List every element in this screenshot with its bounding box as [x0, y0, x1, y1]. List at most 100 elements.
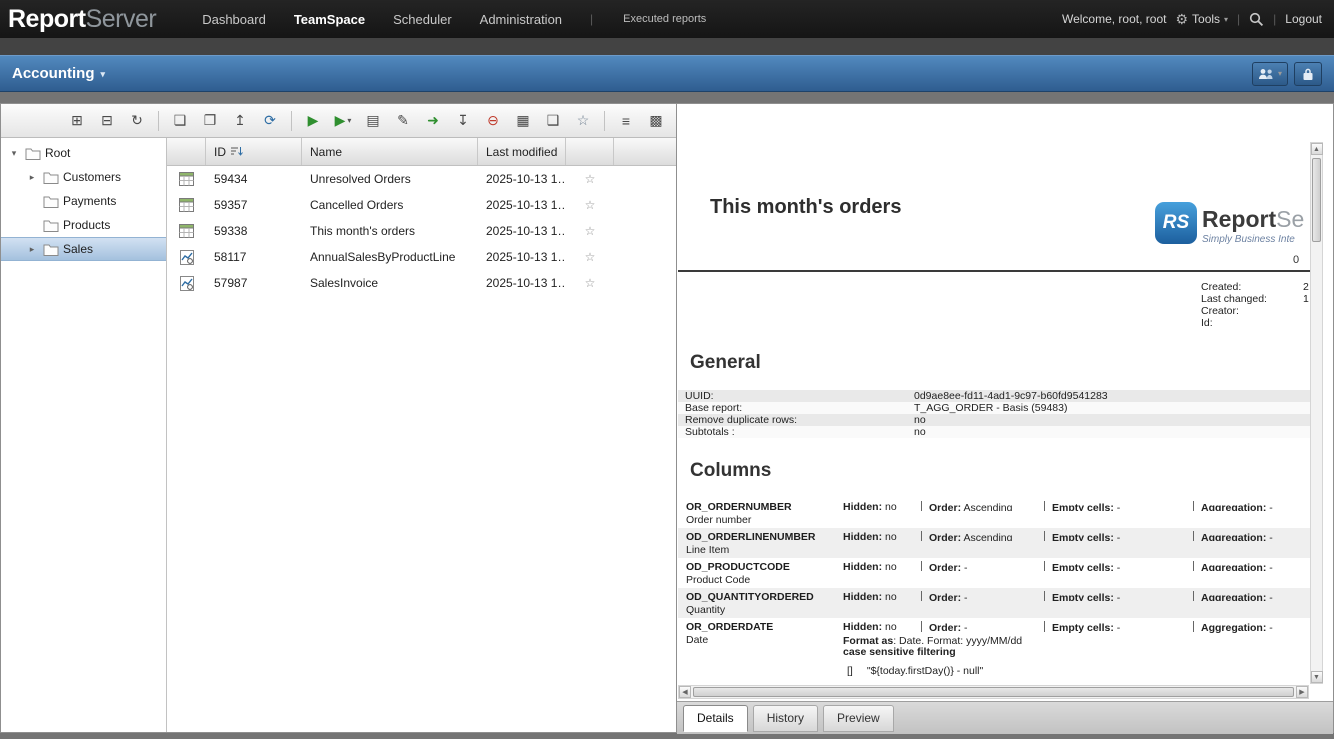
- column-header-filler: [614, 138, 676, 165]
- horizontal-scrollbar[interactable]: ◀ ▶: [678, 685, 1309, 699]
- tree-item-payments[interactable]: Payments: [1, 189, 166, 213]
- column-header-name[interactable]: Name: [302, 138, 478, 165]
- column-entry: OD_ORDERLINENUMBERLine Item Hidden: no O…: [678, 528, 1310, 558]
- expander-icon[interactable]: ▾: [7, 148, 21, 159]
- table-report-icon: [167, 224, 206, 238]
- play-icon: ▶: [335, 112, 346, 129]
- gear-icon: ⚙: [1175, 11, 1188, 28]
- favorite-button[interactable]: ☆: [571, 110, 595, 132]
- folder-icon: [43, 243, 59, 256]
- collapse-tree-button[interactable]: ⊟: [95, 110, 119, 132]
- vertical-scrollbar-thumb[interactable]: [1312, 158, 1321, 242]
- table-row[interactable]: 59357 Cancelled Orders 2025-10-13 1… ☆: [167, 192, 676, 218]
- favorite-icon[interactable]: ☆: [585, 250, 596, 264]
- table-row[interactable]: 58117 AnnualSalesByProductLine 2025-10-1…: [167, 244, 676, 270]
- edit-button[interactable]: ✎: [391, 110, 415, 132]
- expand-tree-button[interactable]: ⊞: [65, 110, 89, 132]
- table-row[interactable]: 59434 Unresolved Orders 2025-10-13 1… ☆: [167, 166, 676, 192]
- horizontal-scrollbar-thumb[interactable]: [693, 687, 1294, 697]
- nav-separator: |: [590, 12, 593, 26]
- pencil-icon: ✎: [397, 112, 409, 129]
- column-header-modified[interactable]: Last modified: [478, 138, 566, 165]
- schedule-button[interactable]: ▦: [511, 110, 535, 132]
- execute-report-button[interactable]: ▶: [301, 110, 325, 132]
- teamspace-title: Accounting: [12, 65, 95, 82]
- expander-icon[interactable]: ▸: [25, 244, 39, 255]
- chevron-down-icon: ▾: [347, 116, 351, 125]
- copy-button[interactable]: ❏: [168, 110, 192, 132]
- tree-item-sales[interactable]: ▸ Sales: [1, 237, 166, 261]
- tab-preview[interactable]: Preview: [823, 705, 894, 732]
- column-entry: OD_PRODUCTCODEProduct Code Hidden: no Or…: [678, 558, 1310, 588]
- table-row[interactable]: 59338 This month's orders 2025-10-13 1… …: [167, 218, 676, 244]
- favorite-icon[interactable]: ☆: [585, 276, 596, 290]
- toolbar-separator: [158, 111, 159, 131]
- vertical-scrollbar[interactable]: ▲ ▼: [1310, 142, 1323, 684]
- nav-teamspace[interactable]: TeamSpace: [294, 12, 365, 27]
- remove-button[interactable]: ⊖: [481, 110, 505, 132]
- tab-details[interactable]: Details: [683, 705, 748, 732]
- report-name: This month's orders: [302, 224, 478, 238]
- executed-reports-link[interactable]: Executed reports: [623, 13, 706, 25]
- tree-item-root[interactable]: ▾ Root: [1, 141, 166, 165]
- teamspace-selector[interactable]: Accounting ▾: [12, 65, 105, 82]
- column-header-type[interactable]: [167, 138, 206, 165]
- welcome-text: Welcome, root, root: [1062, 12, 1166, 26]
- toolbar-separator: [291, 111, 292, 131]
- users-icon: [1258, 68, 1274, 80]
- top-bar: ReportServer Dashboard TeamSpace Schedul…: [0, 0, 1334, 38]
- report-modified: 2025-10-13 1…: [478, 198, 566, 212]
- report-name: SalesInvoice: [302, 276, 478, 290]
- report-detail-pane: This month's orders RS ReportSe Simply B…: [676, 103, 1334, 733]
- copy-stack-icon: ❑: [547, 112, 560, 129]
- favorite-icon[interactable]: ☆: [585, 172, 596, 186]
- column-entry: OR_ORDERNUMBEROrder number Hidden: no Or…: [678, 498, 1310, 528]
- header-strip: [0, 38, 1334, 55]
- tools-button[interactable]: ⚙ Tools ▾: [1175, 11, 1228, 28]
- tab-history[interactable]: History: [753, 705, 818, 732]
- tree-item-customers[interactable]: ▸ Customers: [1, 165, 166, 189]
- scroll-up-arrow[interactable]: ▲: [1311, 143, 1323, 155]
- paste-icon: ❐: [204, 112, 217, 129]
- logo-wordmark: ReportSe: [1202, 206, 1304, 233]
- nav-administration[interactable]: Administration: [480, 12, 562, 27]
- members-button[interactable]: ▾: [1252, 62, 1288, 86]
- logout-button[interactable]: Logout: [1285, 12, 1322, 26]
- tree-item-label: Products: [63, 218, 110, 232]
- security-button[interactable]: [1294, 62, 1322, 86]
- meta-label: Last changed:: [1201, 293, 1303, 305]
- grid-view-button[interactable]: ▩: [644, 110, 668, 132]
- execute-options-button[interactable]: ▶ ▾: [331, 110, 355, 132]
- tree-item-label: Payments: [63, 194, 116, 208]
- list-view-button[interactable]: ≡: [614, 110, 638, 132]
- move-button[interactable]: ➜: [421, 110, 445, 132]
- column-header-id[interactable]: ID: [206, 138, 302, 165]
- clipped-meta-text: 0: [1293, 254, 1311, 266]
- scroll-left-arrow[interactable]: ◀: [679, 686, 691, 698]
- favorite-icon[interactable]: ☆: [585, 198, 596, 212]
- scroll-down-arrow[interactable]: ▼: [1311, 671, 1323, 683]
- duplicate-button[interactable]: ❑: [541, 110, 565, 132]
- favorite-icon[interactable]: ☆: [585, 224, 596, 238]
- expander-icon[interactable]: ▸: [25, 172, 39, 183]
- search-button[interactable]: [1249, 12, 1264, 27]
- column-header-favorite[interactable]: [566, 138, 614, 165]
- reload-button[interactable]: ⟳: [258, 110, 282, 132]
- report-id: 59434: [206, 172, 302, 186]
- folder-icon: [43, 195, 59, 208]
- paste-button[interactable]: ❐: [198, 110, 222, 132]
- play-icon: ▶: [308, 112, 319, 129]
- app-logo-light: Server: [86, 5, 157, 33]
- refresh-button[interactable]: ↻: [125, 110, 149, 132]
- scroll-right-arrow[interactable]: ▶: [1296, 686, 1308, 698]
- new-report-button[interactable]: ▤: [361, 110, 385, 132]
- nav-scheduler[interactable]: Scheduler: [393, 12, 452, 27]
- export-button[interactable]: ↧: [451, 110, 475, 132]
- import-button[interactable]: ↥: [228, 110, 252, 132]
- tree-item-products[interactable]: Products: [1, 213, 166, 237]
- rs-badge-icon: RS: [1155, 202, 1197, 244]
- report-name: Unresolved Orders: [302, 172, 478, 186]
- nav-dashboard[interactable]: Dashboard: [202, 12, 266, 27]
- teamspace-bar: Accounting ▾ ▾: [0, 55, 1334, 92]
- table-row[interactable]: 57987 SalesInvoice 2025-10-13 1… ☆: [167, 270, 676, 296]
